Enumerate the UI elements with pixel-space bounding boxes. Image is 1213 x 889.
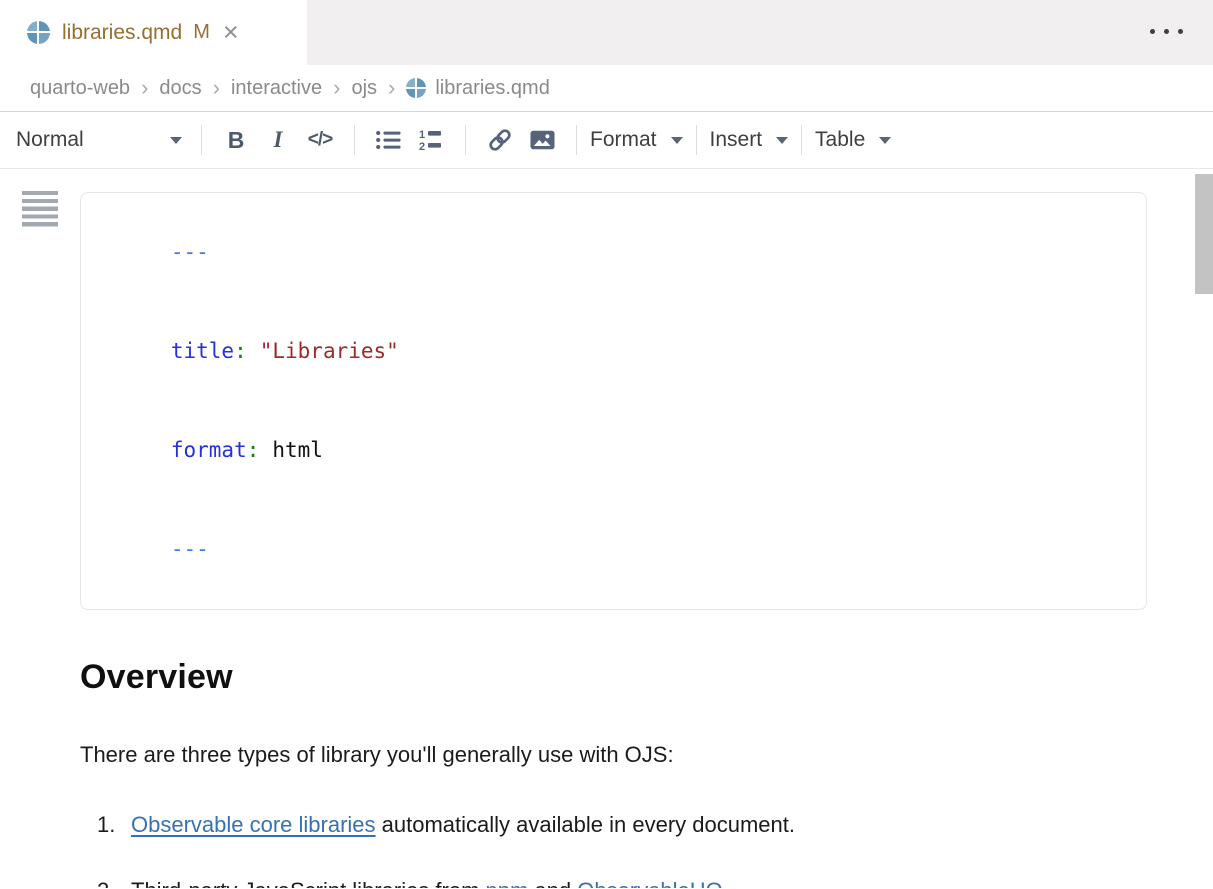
- code-icon: </>: [308, 129, 332, 151]
- chevron-down-icon: [671, 137, 683, 144]
- link-observablehq[interactable]: ObservableHQ: [577, 878, 723, 888]
- list-item-text: Observable core libraries automatically …: [131, 811, 795, 838]
- toolbar-separator: [354, 125, 355, 155]
- vertical-scrollbar-thumb[interactable]: [1195, 174, 1213, 294]
- yaml-colon: :: [247, 438, 260, 462]
- chevron-down-icon: [879, 137, 891, 144]
- format-menu[interactable]: Format: [590, 128, 683, 152]
- italic-button[interactable]: I: [257, 120, 299, 160]
- link-icon: [486, 127, 514, 153]
- ellipsis-icon: [1150, 29, 1155, 34]
- more-actions-button[interactable]: [1146, 25, 1187, 38]
- editor-content: --- title: "Libraries" format: html --- Ov…: [0, 169, 1213, 888]
- breadcrumb-item-interactive[interactable]: interactive: [231, 77, 322, 100]
- breadcrumb-item-quarto-web[interactable]: quarto-web: [30, 77, 130, 100]
- toolbar-separator: [465, 125, 466, 155]
- link-npm[interactable]: npm: [486, 878, 529, 888]
- link-button[interactable]: [479, 120, 521, 160]
- yaml-title-key: title: [171, 339, 234, 363]
- list-marker: 2.: [97, 877, 131, 888]
- link-observable-core-libraries[interactable]: Observable core libraries: [131, 812, 376, 837]
- chevron-down-icon: [776, 137, 788, 144]
- tab-strip-empty: [307, 0, 1213, 65]
- block-drag-handle-icon[interactable]: [22, 191, 58, 227]
- yaml-open-delimiter: ---: [171, 240, 209, 264]
- breadcrumb-item-ojs[interactable]: ojs: [351, 77, 377, 100]
- tab-libraries-qmd[interactable]: libraries.qmd M ×: [0, 0, 307, 65]
- chevron-right-icon: ›: [333, 75, 340, 101]
- code-button[interactable]: </>: [299, 120, 341, 160]
- breadcrumb-item-docs[interactable]: docs: [159, 77, 201, 100]
- paragraph-style-dropdown[interactable]: Normal: [16, 128, 188, 152]
- image-icon: [529, 128, 556, 152]
- section-heading-overview: Overview: [80, 656, 1213, 698]
- breadcrumb-item-libraries-qmd[interactable]: libraries.qmd: [406, 77, 549, 100]
- chevron-right-icon: ›: [388, 75, 395, 101]
- bullet-list-icon: [375, 128, 403, 152]
- chevron-right-icon: ›: [141, 75, 148, 101]
- paragraph-style-value: Normal: [16, 128, 84, 152]
- insert-menu[interactable]: Insert: [710, 128, 789, 152]
- toolbar-separator: [696, 125, 697, 155]
- editor-toolbar: Normal B I </> 1 2: [0, 112, 1213, 169]
- tab-title: libraries.qmd: [62, 21, 182, 45]
- svg-text:2: 2: [419, 141, 425, 152]
- list-item: 2. Third-party JavaScript libraries from…: [97, 877, 1213, 888]
- toolbar-separator: [801, 125, 802, 155]
- numbered-list: 1. Observable core libraries automatical…: [0, 811, 1213, 888]
- list-item-text: Third-party JavaScript libraries from np…: [131, 877, 729, 888]
- chevron-right-icon: ›: [213, 75, 220, 101]
- chevron-down-icon: [170, 137, 182, 144]
- bold-icon: B: [228, 127, 245, 154]
- list-item: 1. Observable core libraries automatical…: [97, 811, 1213, 838]
- quarto-file-icon: [27, 21, 50, 44]
- bullet-list-button[interactable]: [368, 120, 410, 160]
- yaml-format-key: format: [171, 438, 247, 462]
- yaml-title-value: "Libraries": [260, 339, 399, 363]
- modified-badge: M: [193, 21, 210, 44]
- yaml-front-matter-block[interactable]: --- title: "Libraries" format: html ---: [80, 192, 1147, 610]
- list-marker: 1.: [97, 811, 131, 838]
- close-icon[interactable]: ×: [223, 19, 239, 46]
- bold-button[interactable]: B: [215, 120, 257, 160]
- table-menu[interactable]: Table: [815, 128, 891, 152]
- breadcrumb-file-label: libraries.qmd: [435, 77, 549, 100]
- yaml-format-value: html: [272, 438, 323, 462]
- image-button[interactable]: [521, 120, 563, 160]
- yaml-colon: :: [234, 339, 247, 363]
- toolbar-separator: [201, 125, 202, 155]
- svg-text:1: 1: [419, 129, 425, 141]
- yaml-close-delimiter: ---: [171, 537, 209, 561]
- numbered-list-button[interactable]: 1 2: [410, 120, 452, 160]
- intro-paragraph: There are three types of library you'll …: [80, 741, 1090, 768]
- toolbar-separator: [576, 125, 577, 155]
- breadcrumb: quarto-web › docs › interactive › ojs › …: [0, 65, 1213, 112]
- numbered-list-icon: 1 2: [418, 128, 444, 152]
- tab-bar: libraries.qmd M ×: [0, 0, 1213, 65]
- italic-icon: I: [274, 127, 283, 153]
- quarto-file-icon: [406, 78, 426, 98]
